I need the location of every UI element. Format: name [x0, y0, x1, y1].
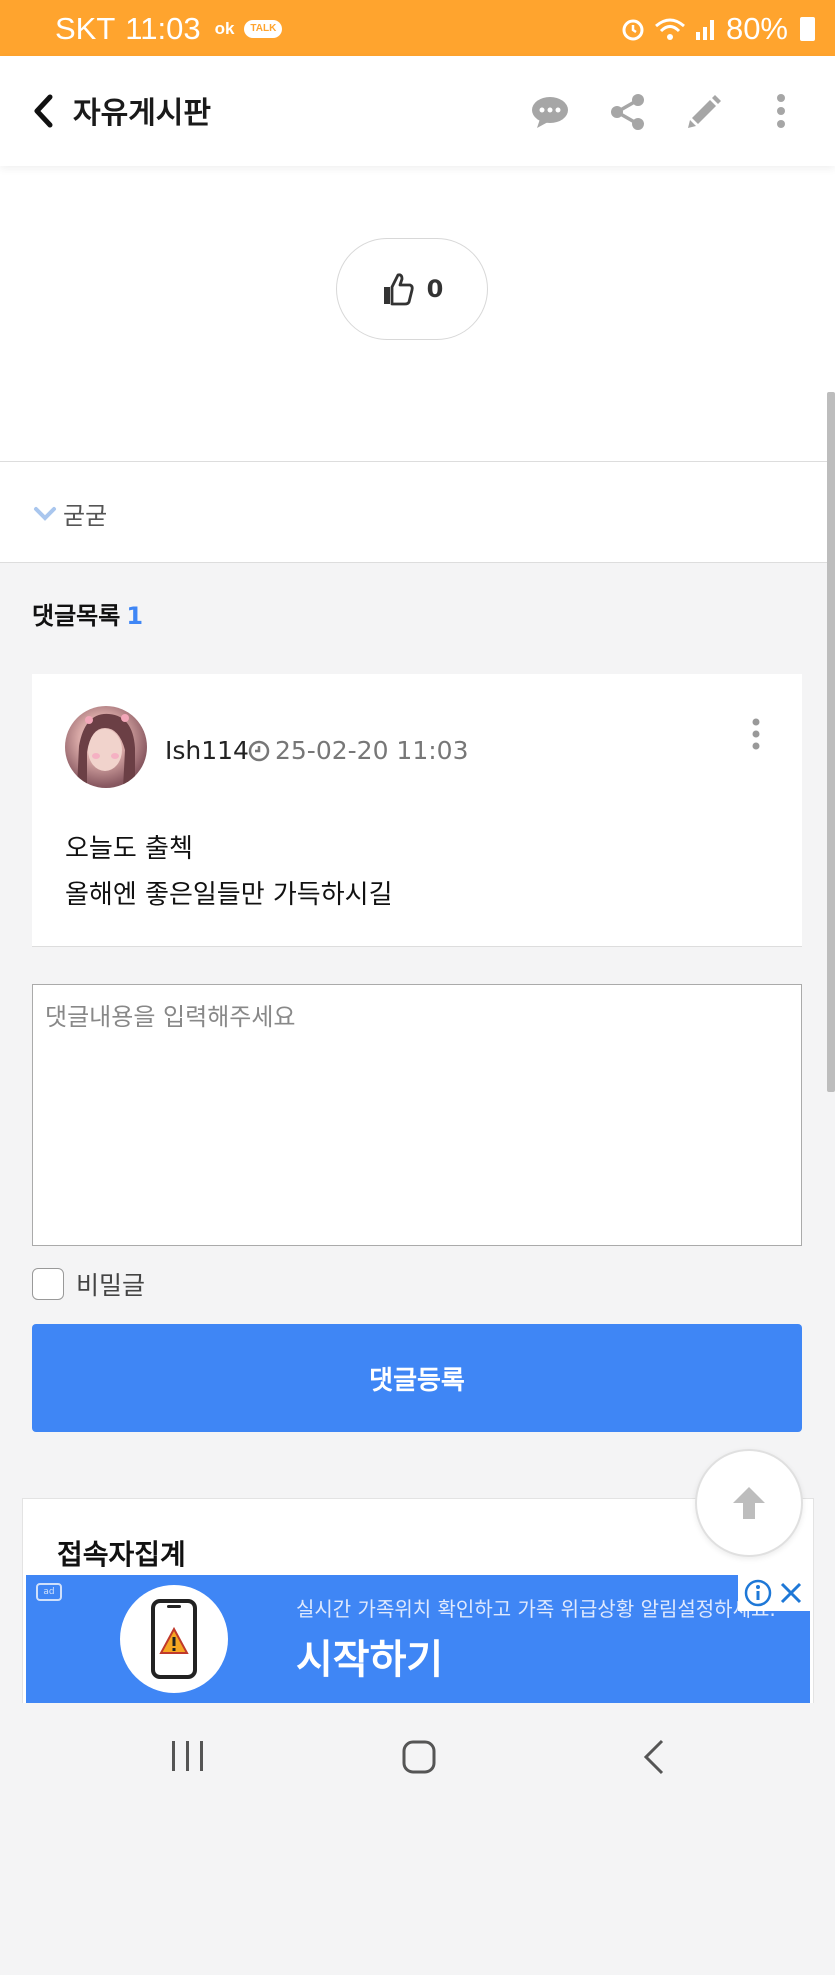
thumbs-up-icon [383, 273, 414, 306]
back-arrow-icon[interactable] [30, 93, 60, 129]
edit-icon[interactable] [684, 92, 724, 132]
status-time: 11:03 [125, 11, 201, 46]
ad-image [120, 1585, 228, 1693]
comment-item: Ish114 25-02-20 11:03 오늘도 출첵 올해엔 좋은일들만 가… [32, 674, 802, 947]
comments-count: 1 [126, 602, 144, 630]
arrow-up-icon [733, 1487, 765, 1519]
comment-line: 올해엔 좋은일들만 가득하시길 [65, 880, 393, 910]
like-count: 0 [426, 275, 444, 303]
more-vertical-icon[interactable] [750, 718, 762, 750]
ad-description: 실시간 가족위치 확인하고 가족 위급상황 알림설정하세요. [296, 1597, 776, 1621]
avatar[interactable] [65, 706, 147, 788]
battery-icon [800, 17, 815, 41]
chevron-down-icon [34, 506, 56, 521]
comment-input[interactable] [32, 984, 802, 1246]
wifi-icon [654, 18, 685, 40]
status-bar: SKT 11:03 ok TALK 80% [0, 0, 835, 56]
battery-percent: 80% [725, 11, 788, 46]
ok-cashbag-icon: ok [214, 19, 235, 38]
share-icon[interactable] [608, 92, 648, 132]
app-header: 자유게시판 [0, 56, 835, 166]
submit-comment-button[interactable]: 댓글등록 [32, 1324, 802, 1432]
comment-icon[interactable] [530, 92, 570, 132]
home-icon[interactable] [401, 1739, 437, 1775]
comment-time: 25-02-20 11:03 [247, 736, 468, 765]
alarm-icon [622, 19, 644, 41]
status-right: 80% [620, 11, 815, 47]
ad-controls [738, 1575, 810, 1611]
avatar-image [77, 713, 135, 788]
phone-warning-icon [151, 1599, 197, 1679]
post-tag[interactable]: 굳굳 [33, 496, 107, 531]
secret-label: 비밀글 [76, 1271, 146, 1300]
ad-banner[interactable]: ad 실시간 가족위치 확인하고 가족 위급상황 알림설정하세요. 시작하기 [26, 1575, 810, 1703]
close-icon[interactable] [778, 1580, 804, 1606]
system-nav-bar [0, 1703, 835, 1809]
comment-datetime: 25-02-20 11:03 [275, 736, 469, 765]
carrier-label: SKT [55, 11, 116, 46]
comments-title: 댓글목록 1 [32, 596, 143, 631]
scroll-top-button[interactable] [695, 1449, 803, 1557]
like-button[interactable]: 0 [336, 238, 488, 340]
kakaotalk-icon: TALK [244, 20, 283, 38]
nav-back-icon[interactable] [642, 1739, 666, 1775]
page-title: 자유게시판 [73, 96, 211, 131]
comments-title-label: 댓글목록 [32, 602, 121, 630]
comment-author[interactable]: Ish114 [165, 736, 249, 765]
stats-title: 접속자집계 [57, 1538, 186, 1571]
divider [0, 562, 835, 563]
secret-checkbox[interactable] [32, 1268, 64, 1300]
more-vertical-icon[interactable] [761, 92, 801, 132]
comment-line: 오늘도 출첵 [65, 834, 193, 864]
clock-icon [248, 740, 270, 761]
secret-option[interactable]: 비밀글 [32, 1266, 145, 1302]
ad-badge-icon: ad [36, 1583, 62, 1601]
recent-apps-icon[interactable] [170, 1739, 206, 1773]
divider [0, 461, 835, 462]
scrollbar[interactable] [827, 392, 835, 1092]
comment-body: 오늘도 출첵 올해엔 좋은일들만 가득하시길 [65, 826, 393, 918]
info-icon[interactable] [744, 1579, 772, 1607]
status-left: SKT 11:03 ok TALK [55, 11, 283, 47]
tag-label: 굳굳 [63, 502, 108, 530]
ad-cta[interactable]: 시작하기 [296, 1627, 443, 1685]
signal-icon [695, 20, 714, 40]
